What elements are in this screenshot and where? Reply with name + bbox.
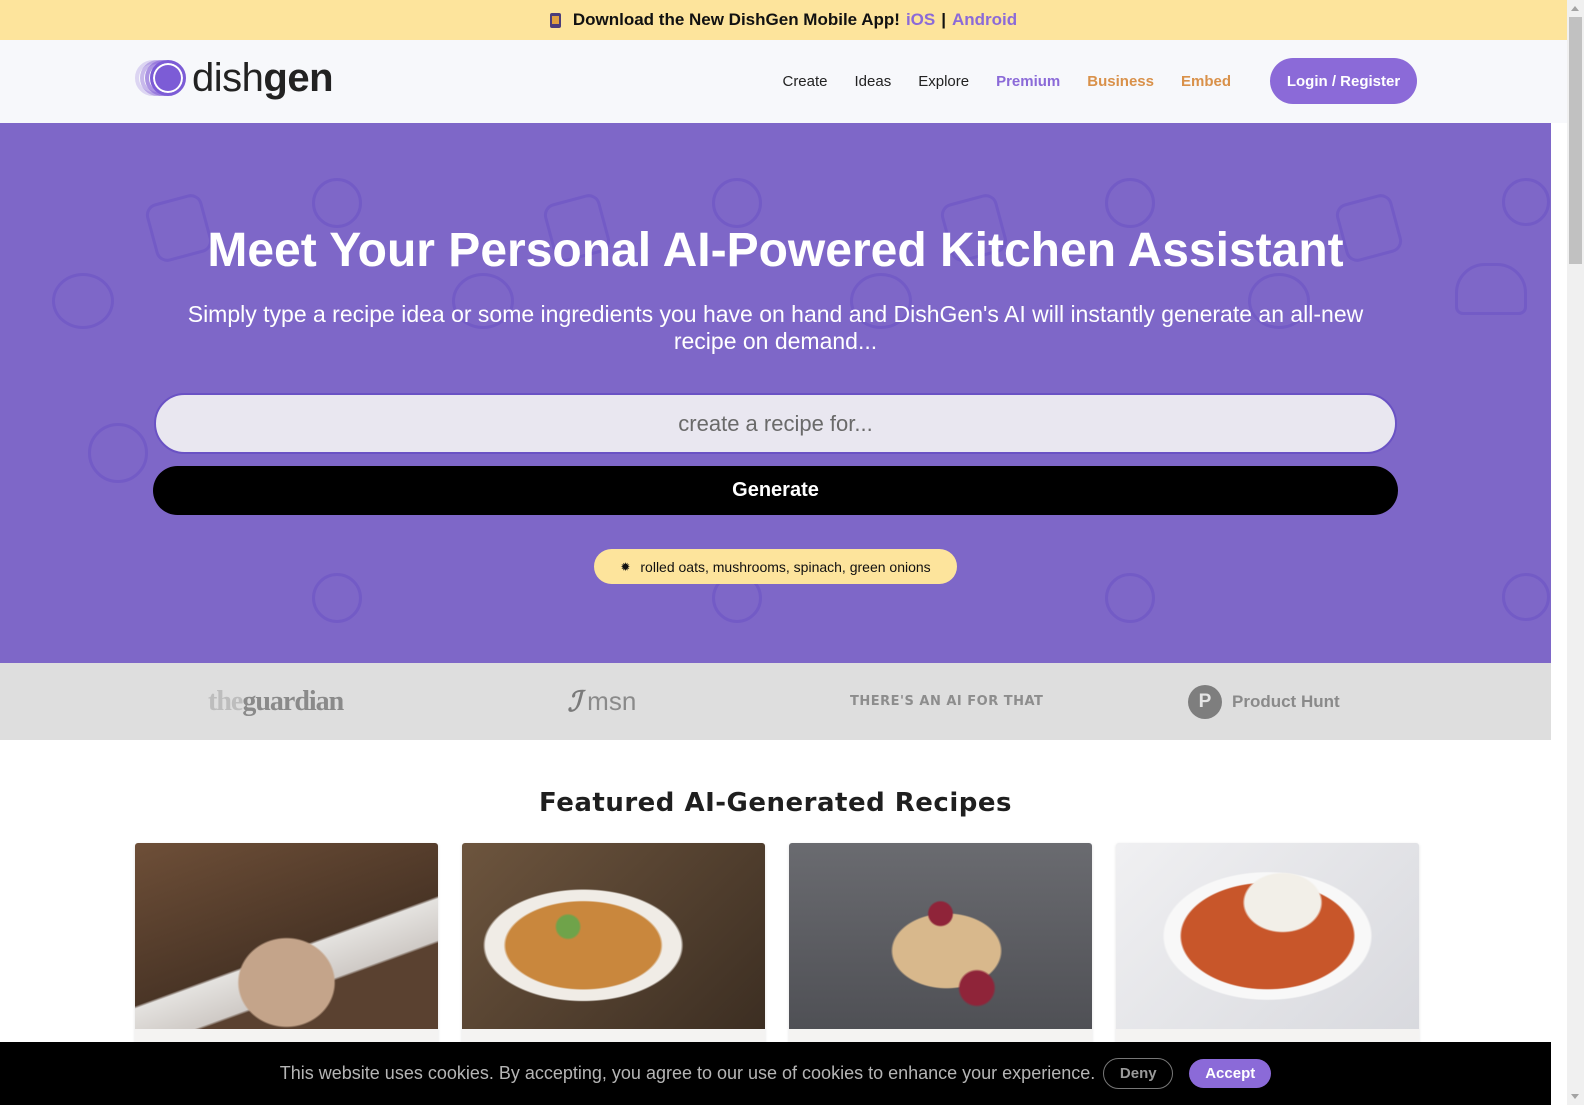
vertical-scrollbar[interactable] [1567, 0, 1584, 1105]
accept-cookies-button[interactable]: Accept [1189, 1059, 1272, 1088]
recipe-image-cookies [135, 843, 438, 1029]
nav-business[interactable]: Business [1087, 73, 1154, 90]
site-header: dishgen Create Ideas Explore Premium Bus… [0, 40, 1567, 123]
featured-recipes-heading: Featured AI-Generated Recipes [539, 788, 1012, 818]
scroll-up-arrow-icon[interactable] [1571, 6, 1579, 11]
main-nav: Create Ideas Explore Premium Business Em… [782, 58, 1417, 104]
recipe-cards [135, 843, 1419, 1073]
plate-doodle-icon [312, 573, 362, 623]
cucumber-doodle-icon [52, 273, 114, 329]
plate-doodle-icon [712, 178, 762, 228]
recipe-image-thumbprint [789, 843, 1092, 1029]
theresanaiforthat-logo: THERE'S AN AI FOR THAT [850, 694, 1044, 709]
logo[interactable]: dishgen [135, 56, 334, 100]
deny-cookies-button[interactable]: Deny [1103, 1058, 1174, 1089]
nav-embed[interactable]: Embed [1181, 73, 1231, 90]
plate-doodle-icon [312, 178, 362, 228]
recipe-card[interactable] [1116, 843, 1419, 1073]
bulb-icon: ✹ [620, 559, 631, 574]
msn-logo: ℐ msn [565, 686, 637, 717]
plate-doodle-icon [1502, 573, 1550, 621]
plate-doodle-icon [1502, 178, 1550, 226]
nav-explore[interactable]: Explore [918, 73, 969, 90]
cookie-banner: This website uses cookies. By accepting,… [0, 1042, 1551, 1105]
suggestion-text: rolled oats, mushrooms, spinach, green o… [640, 558, 931, 575]
hero-subtitle: Simply type a recipe idea or some ingred… [187, 301, 1364, 354]
recipe-image-dal [462, 843, 765, 1029]
logo-text: dishgen [192, 56, 334, 100]
recipe-card[interactable] [462, 843, 765, 1073]
press-logos-bar: the guardian ℐ msn THERE'S AN AI FOR THAT… [0, 663, 1551, 740]
hero-section: Meet Your Personal AI-Powered Kitchen As… [0, 123, 1551, 663]
page: Download the New DishGen Mobile App! iOS… [0, 0, 1567, 1105]
msn-butterfly-icon: ℐ [565, 686, 588, 717]
cookie-message: This website uses cookies. By accepting,… [279, 1063, 1096, 1083]
recipe-card[interactable] [135, 843, 438, 1073]
producthunt-logo: P Product Hunt [1188, 663, 1340, 740]
generate-button[interactable]: Generate [153, 466, 1398, 515]
scrollbar-thumb[interactable] [1569, 17, 1582, 264]
recipe-search-input[interactable] [154, 393, 1397, 454]
android-link[interactable]: Android [952, 10, 1017, 30]
plate-doodle-icon [1105, 178, 1155, 228]
login-register-button[interactable]: Login / Register [1270, 58, 1417, 104]
announcement-text: Download the New DishGen Mobile App! [572, 10, 900, 29]
ios-link[interactable]: iOS [906, 10, 935, 30]
hero-title: Meet Your Personal AI-Powered Kitchen As… [207, 224, 1344, 277]
nav-create[interactable]: Create [782, 73, 827, 90]
scroll-down-arrow-icon[interactable] [1571, 1094, 1579, 1099]
announcement-bar: Download the New DishGen Mobile App! iOS… [0, 0, 1567, 40]
logo-icon [135, 58, 187, 98]
producthunt-icon: P [1188, 684, 1222, 719]
recipe-card[interactable] [789, 843, 1092, 1073]
recipe-image-stew [1116, 843, 1419, 1029]
citrus-doodle-icon [88, 423, 148, 483]
plate-doodle-icon [1105, 573, 1155, 623]
phone-icon [549, 12, 561, 28]
nav-premium[interactable]: Premium [996, 73, 1060, 90]
nav-ideas[interactable]: Ideas [855, 73, 892, 90]
suggestion-chip[interactable]: ✹ rolled oats, mushrooms, spinach, green… [594, 549, 957, 584]
separator: | [941, 10, 946, 29]
guardian-logo: the guardian [208, 685, 344, 717]
